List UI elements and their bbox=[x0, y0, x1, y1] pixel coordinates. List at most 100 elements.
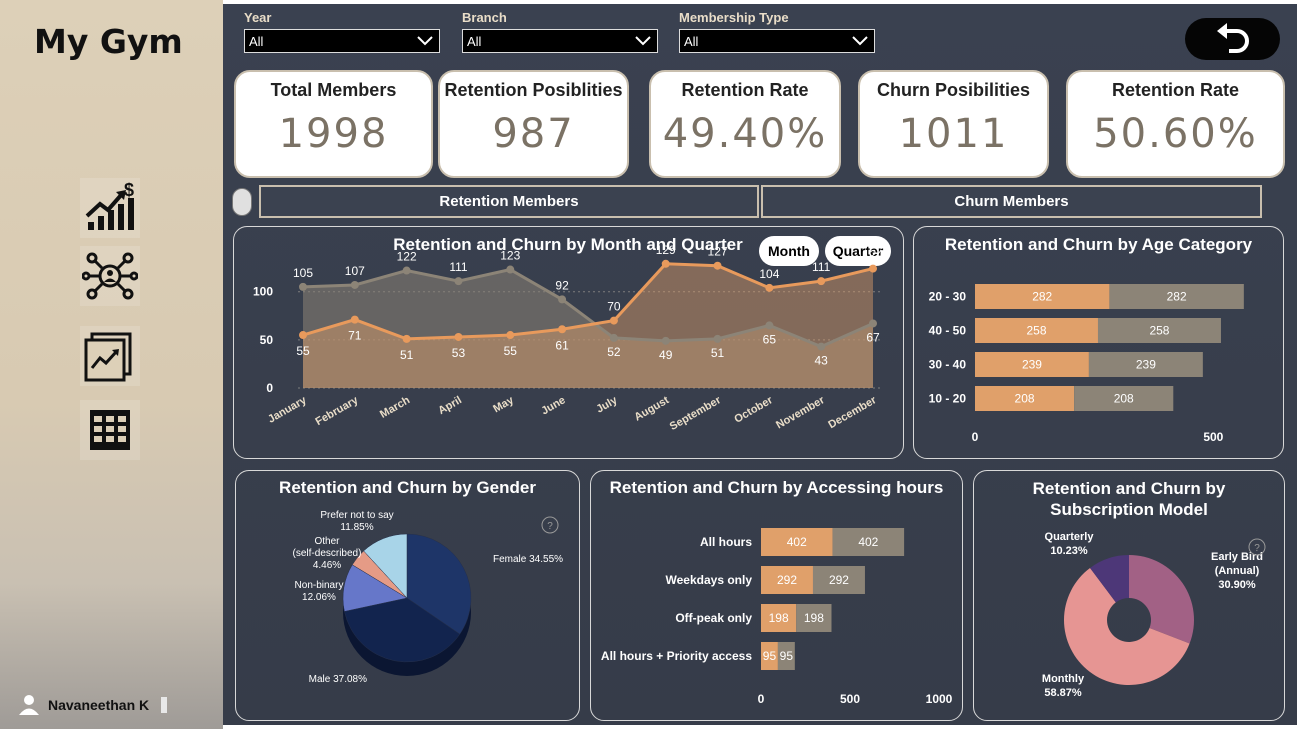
retention-data-label: 55 bbox=[296, 344, 310, 358]
tab-retention-members[interactable]: Retention Members bbox=[259, 185, 759, 218]
x-tick-label: June bbox=[539, 394, 567, 417]
retention-point bbox=[817, 277, 826, 286]
sidebar: My Gym $ Navaneethan K bbox=[0, 0, 223, 729]
chevron-down-icon bbox=[852, 36, 868, 46]
table-grid-icon bbox=[90, 410, 130, 450]
retention-bar-label: 258 bbox=[1026, 324, 1046, 338]
retention-point bbox=[402, 334, 411, 343]
churn-bar-label: 402 bbox=[858, 535, 878, 549]
filter-value: All bbox=[249, 33, 264, 49]
churn-bar-label: 198 bbox=[804, 611, 824, 625]
chevron-down-icon bbox=[635, 36, 651, 46]
kpi-value: 49.40% bbox=[662, 111, 828, 157]
x-tick-label: 0 bbox=[972, 430, 979, 444]
churn-point bbox=[506, 265, 515, 274]
churn-data-label: 67 bbox=[866, 330, 880, 344]
retention-bar-label: 239 bbox=[1022, 358, 1042, 372]
kpi-value: 1011 bbox=[898, 111, 1009, 157]
churn-point bbox=[350, 280, 359, 289]
year-dropdown[interactable]: All bbox=[244, 29, 440, 53]
x-tick-label: September bbox=[668, 394, 724, 433]
retention-point bbox=[713, 261, 722, 270]
churn-data-label: 122 bbox=[397, 250, 417, 264]
retention-bar-label: 402 bbox=[787, 535, 807, 549]
retention-data-label: 55 bbox=[504, 344, 518, 358]
toggle-switch[interactable] bbox=[232, 188, 252, 216]
kpi-retention-possibilities: Retention Posiblities 987 bbox=[438, 70, 629, 178]
app-title: My Gym bbox=[34, 22, 183, 61]
kpi-churn-rate: Retention Rate 50.60% bbox=[1066, 70, 1285, 178]
subscription-chart: Early Bird(Annual)30.90%Monthly58.87%Qua… bbox=[1042, 531, 1266, 699]
kpi-value: 987 bbox=[492, 111, 575, 157]
category-label: 10 - 20 bbox=[929, 392, 967, 406]
churn-point bbox=[765, 321, 774, 330]
retention-point bbox=[869, 264, 877, 273]
retention-bar-label: 292 bbox=[777, 573, 797, 587]
user-status-bar bbox=[161, 697, 168, 713]
retention-bar-label: 95 bbox=[763, 649, 777, 663]
churn-point bbox=[869, 319, 877, 328]
filter-value: All bbox=[684, 33, 699, 49]
donut-pct-label: 58.87% bbox=[1044, 687, 1082, 699]
kpi-value: 1998 bbox=[278, 111, 389, 157]
retention-data-label: 61 bbox=[555, 338, 569, 352]
x-tick-label: November bbox=[774, 394, 827, 432]
churn-point bbox=[299, 282, 307, 291]
user-name: Navaneethan K bbox=[48, 697, 150, 713]
category-label: Off-peak only bbox=[675, 611, 752, 625]
trend-report-icon bbox=[84, 332, 132, 382]
churn-point bbox=[713, 334, 722, 343]
branch-dropdown[interactable]: All bbox=[462, 29, 658, 53]
churn-data-label: 92 bbox=[555, 278, 569, 292]
pie-pct-label: 12.06% bbox=[302, 592, 336, 603]
retention-data-label: 71 bbox=[348, 329, 362, 343]
y-tick-label: 0 bbox=[266, 381, 273, 395]
filter-branch: Branch All bbox=[462, 10, 658, 53]
svg-text:$: $ bbox=[124, 180, 134, 200]
churn-point bbox=[454, 277, 463, 286]
nav-members-button[interactable] bbox=[80, 246, 140, 306]
pie-pct-label: 11.85% bbox=[340, 522, 373, 533]
x-tick-label: 500 bbox=[840, 692, 860, 706]
kpi-value: 50.60% bbox=[1093, 111, 1258, 157]
y-tick-label: 50 bbox=[260, 333, 274, 347]
pie-label: Other bbox=[314, 536, 340, 547]
retention-point bbox=[765, 283, 774, 292]
tab-churn-members[interactable]: Churn Members bbox=[761, 185, 1262, 218]
churn-point bbox=[661, 336, 670, 345]
churn-bar-label: 258 bbox=[1149, 324, 1169, 338]
x-tick-label: January bbox=[266, 394, 309, 426]
membership-type-dropdown[interactable]: All bbox=[679, 29, 875, 53]
y-tick-label: 100 bbox=[253, 285, 273, 299]
undo-arrow-icon bbox=[1216, 23, 1249, 53]
churn-data-label: 49 bbox=[659, 348, 673, 362]
retention-point bbox=[609, 316, 618, 325]
age-chart: 20 - 30 282 282 40 - 50 258 258 30 - 40 239 239 1… bbox=[929, 284, 1244, 444]
user-profile[interactable]: Navaneethan K bbox=[18, 694, 168, 716]
kpi-label: Retention Posiblities bbox=[444, 80, 623, 100]
category-label: 20 - 30 bbox=[929, 290, 967, 304]
donut-slice bbox=[1129, 555, 1194, 644]
pie-label: Non-binary bbox=[295, 580, 344, 591]
donut-pct-label: 10.23% bbox=[1050, 545, 1088, 557]
network-user-icon bbox=[82, 252, 138, 300]
category-label: All hours + Priority access bbox=[601, 649, 752, 663]
x-tick-label: April bbox=[436, 394, 464, 417]
chevron-down-icon bbox=[417, 36, 433, 46]
x-tick-label: March bbox=[378, 394, 412, 421]
churn-bar-label: 239 bbox=[1136, 358, 1156, 372]
donut-label: Quarterly bbox=[1045, 531, 1095, 543]
category-label: All hours bbox=[700, 535, 752, 549]
pie-label: Female 34.55% bbox=[493, 554, 563, 565]
retention-point bbox=[454, 332, 463, 341]
retention-data-label: 53 bbox=[452, 346, 466, 360]
nav-finance-button[interactable]: $ bbox=[80, 178, 140, 238]
kpi-retention-rate: Retention Rate 49.40% bbox=[649, 70, 841, 178]
nav-report-button[interactable] bbox=[80, 326, 140, 386]
x-tick-label: December bbox=[826, 394, 879, 431]
x-tick-label: October bbox=[732, 394, 775, 426]
kpi-total-members: Total Members 1998 bbox=[234, 70, 433, 178]
nav-table-button[interactable] bbox=[80, 400, 140, 460]
back-button[interactable] bbox=[1185, 18, 1280, 60]
finance-chart-icon: $ bbox=[85, 180, 134, 230]
